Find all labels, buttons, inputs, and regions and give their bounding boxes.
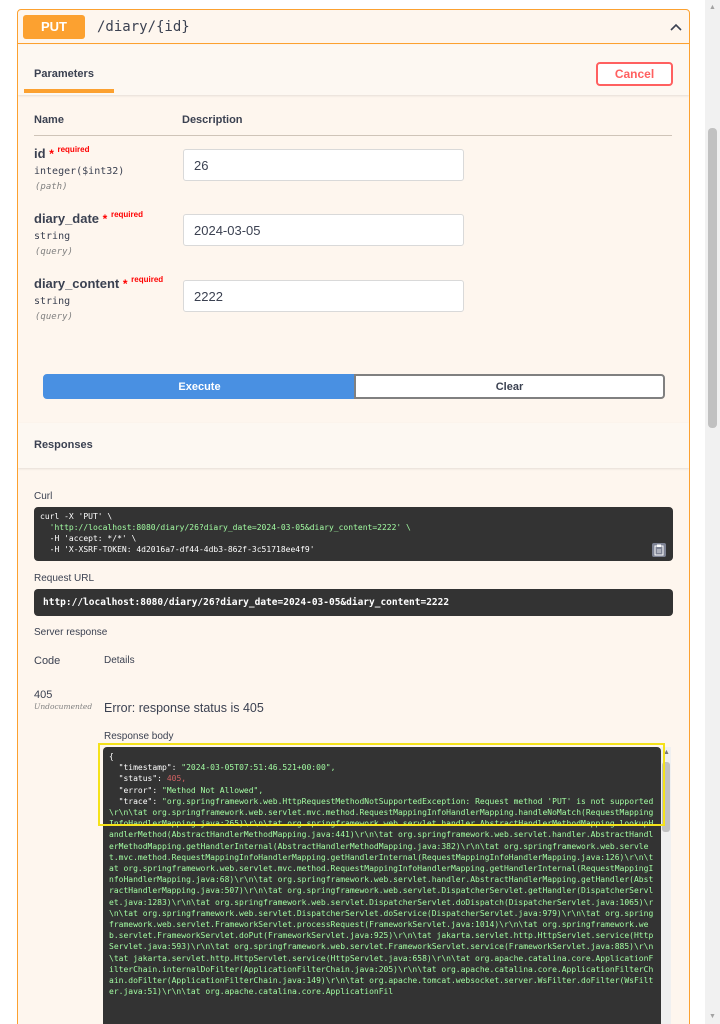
responses-title: Responses <box>34 439 93 451</box>
column-description-header: Description <box>182 114 243 126</box>
required-label: required <box>131 275 164 284</box>
response-code: 405 <box>34 689 53 701</box>
page-scroll-thumb[interactable] <box>708 128 717 428</box>
curl-line: curl -X 'PUT' \ <box>40 512 113 521</box>
diary-content-input[interactable]: 2222 <box>183 280 464 312</box>
scroll-up-icon[interactable]: ▲ <box>705 0 720 15</box>
param-in-diary-content: (query) <box>35 312 73 322</box>
column-name-header: Name <box>34 114 64 126</box>
scroll-down-icon[interactable]: ▼ <box>705 1009 720 1024</box>
column-divider <box>34 135 672 136</box>
required-star: * <box>122 277 128 291</box>
param-type-diary-date: string <box>34 231 71 242</box>
param-label: id <box>34 146 46 161</box>
execute-button[interactable]: Execute <box>43 374 356 399</box>
chevron-up-icon[interactable] <box>669 20 683 34</box>
curl-code-block[interactable]: curl -X 'PUT' \ 'http://localhost:8080/d… <box>34 507 673 561</box>
required-star: * <box>49 147 54 161</box>
page-scrollbar[interactable]: ▲ ▼ <box>705 0 720 1024</box>
error-message: Error: response status is 405 <box>104 701 264 715</box>
details-column-header: Details <box>104 655 135 666</box>
clear-button[interactable]: Clear <box>354 374 665 399</box>
tab-underline <box>24 89 114 93</box>
param-type-diary-content: string <box>34 296 71 307</box>
code-column-header: Code <box>34 655 61 667</box>
param-in-id: (path) <box>35 182 68 192</box>
curl-line: 'http://localhost:8080/diary/26?diary_da… <box>40 523 411 532</box>
undocumented-label: Undocumented <box>34 702 93 711</box>
param-type-id: integer($int32) <box>34 166 125 177</box>
param-label: diary_content <box>34 276 120 291</box>
required-label: required <box>110 210 143 219</box>
curl-line: -H 'X-XSRF-TOKEN: 4d2016a7-df44-4db3-862… <box>40 545 315 554</box>
diary-date-input[interactable]: 2024-03-05 <box>183 214 464 246</box>
param-name-diary-date: diary_date * required <box>34 210 143 226</box>
cancel-button[interactable]: Cancel <box>596 62 673 86</box>
request-url-label: Request URL <box>34 573 95 584</box>
request-url-block[interactable]: http://localhost:8080/diary/26?diary_dat… <box>34 589 673 616</box>
operation-block-put: PUT /diary/{id} Parameters Cancel Name D… <box>17 9 690 1024</box>
parameters-header: Parameters Cancel <box>18 45 689 95</box>
operation-path: /diary/{id} <box>97 18 190 35</box>
param-in-diary-date: (query) <box>35 247 73 257</box>
method-badge: PUT <box>23 14 85 39</box>
param-name-diary-content: diary_content * required <box>34 275 164 291</box>
param-name-id: id * required <box>34 145 90 161</box>
required-label: required <box>57 145 90 154</box>
param-label: diary_date <box>34 211 100 226</box>
server-response-label: Server response <box>34 627 108 638</box>
id-input[interactable]: 26 <box>183 149 464 181</box>
operation-summary[interactable]: PUT /diary/{id} <box>18 10 689 44</box>
json-value: "org.springframework.web.HttpRequestMeth… <box>109 796 654 997</box>
curl-line: -H 'accept: */*' \ <box>40 534 137 543</box>
tab-parameters[interactable]: Parameters <box>34 68 94 80</box>
curl-label: Curl <box>34 491 53 502</box>
highlight-box <box>98 743 665 826</box>
response-body-label: Response body <box>104 731 174 742</box>
clipboard-icon[interactable] <box>652 543 666 557</box>
required-star: * <box>102 212 108 226</box>
responses-header: Responses <box>18 423 689 468</box>
swagger-page: PUT /diary/{id} Parameters Cancel Name D… <box>0 0 720 1024</box>
